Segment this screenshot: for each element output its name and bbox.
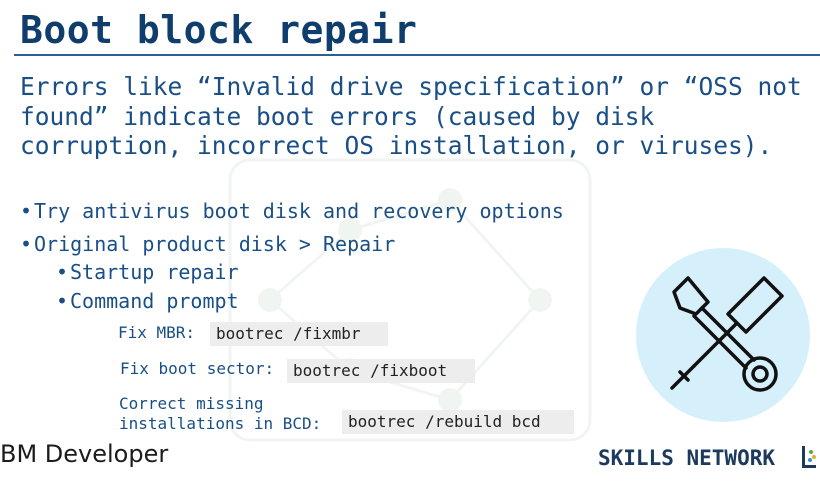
intro-paragraph: Errors like “Invalid drive specification…	[20, 72, 802, 160]
skills-network-logo-icon	[802, 446, 816, 468]
command-code-fix-boot-sector: bootrec /fixboot	[287, 359, 475, 383]
slide-title: Boot block repair	[20, 8, 418, 52]
skills-network-brand: SKILLS NETWORK	[598, 446, 776, 470]
bullet-dot: •	[56, 289, 69, 313]
bullet-text: Try antivirus boot disk and recovery opt…	[34, 199, 564, 223]
sub-bullet-startup-repair: •Startup repair	[56, 260, 239, 284]
bullet-dot: •	[56, 260, 69, 284]
bullet-dot: •	[20, 199, 33, 223]
sub-bullet-command-prompt: •Command prompt	[56, 289, 239, 313]
wrench-screwdriver-icon	[670, 276, 784, 392]
bullet-product-disk: •Original product disk > Repair	[20, 232, 395, 256]
command-label-rebuild-bcd: Correct missing installations in BCD:	[119, 394, 322, 433]
bullet-text: Startup repair	[70, 260, 239, 284]
bullet-dot: •	[20, 232, 33, 256]
bullet-text: Original product disk > Repair	[34, 232, 396, 256]
command-label-fix-boot-sector: Fix boot sector:	[120, 359, 275, 378]
command-label-fix-mbr: Fix MBR:	[118, 323, 196, 342]
command-code-rebuild-bcd: bootrec /rebuild bcd	[342, 410, 574, 434]
tools-icon-circle	[636, 248, 810, 422]
title-divider	[14, 54, 820, 56]
bullet-text: Command prompt	[70, 289, 239, 313]
bullet-antivirus: •Try antivirus boot disk and recovery op…	[20, 199, 564, 223]
command-code-fix-mbr: bootrec /fixmbr	[210, 322, 388, 346]
ibm-developer-brand: BM Developer	[0, 440, 169, 468]
